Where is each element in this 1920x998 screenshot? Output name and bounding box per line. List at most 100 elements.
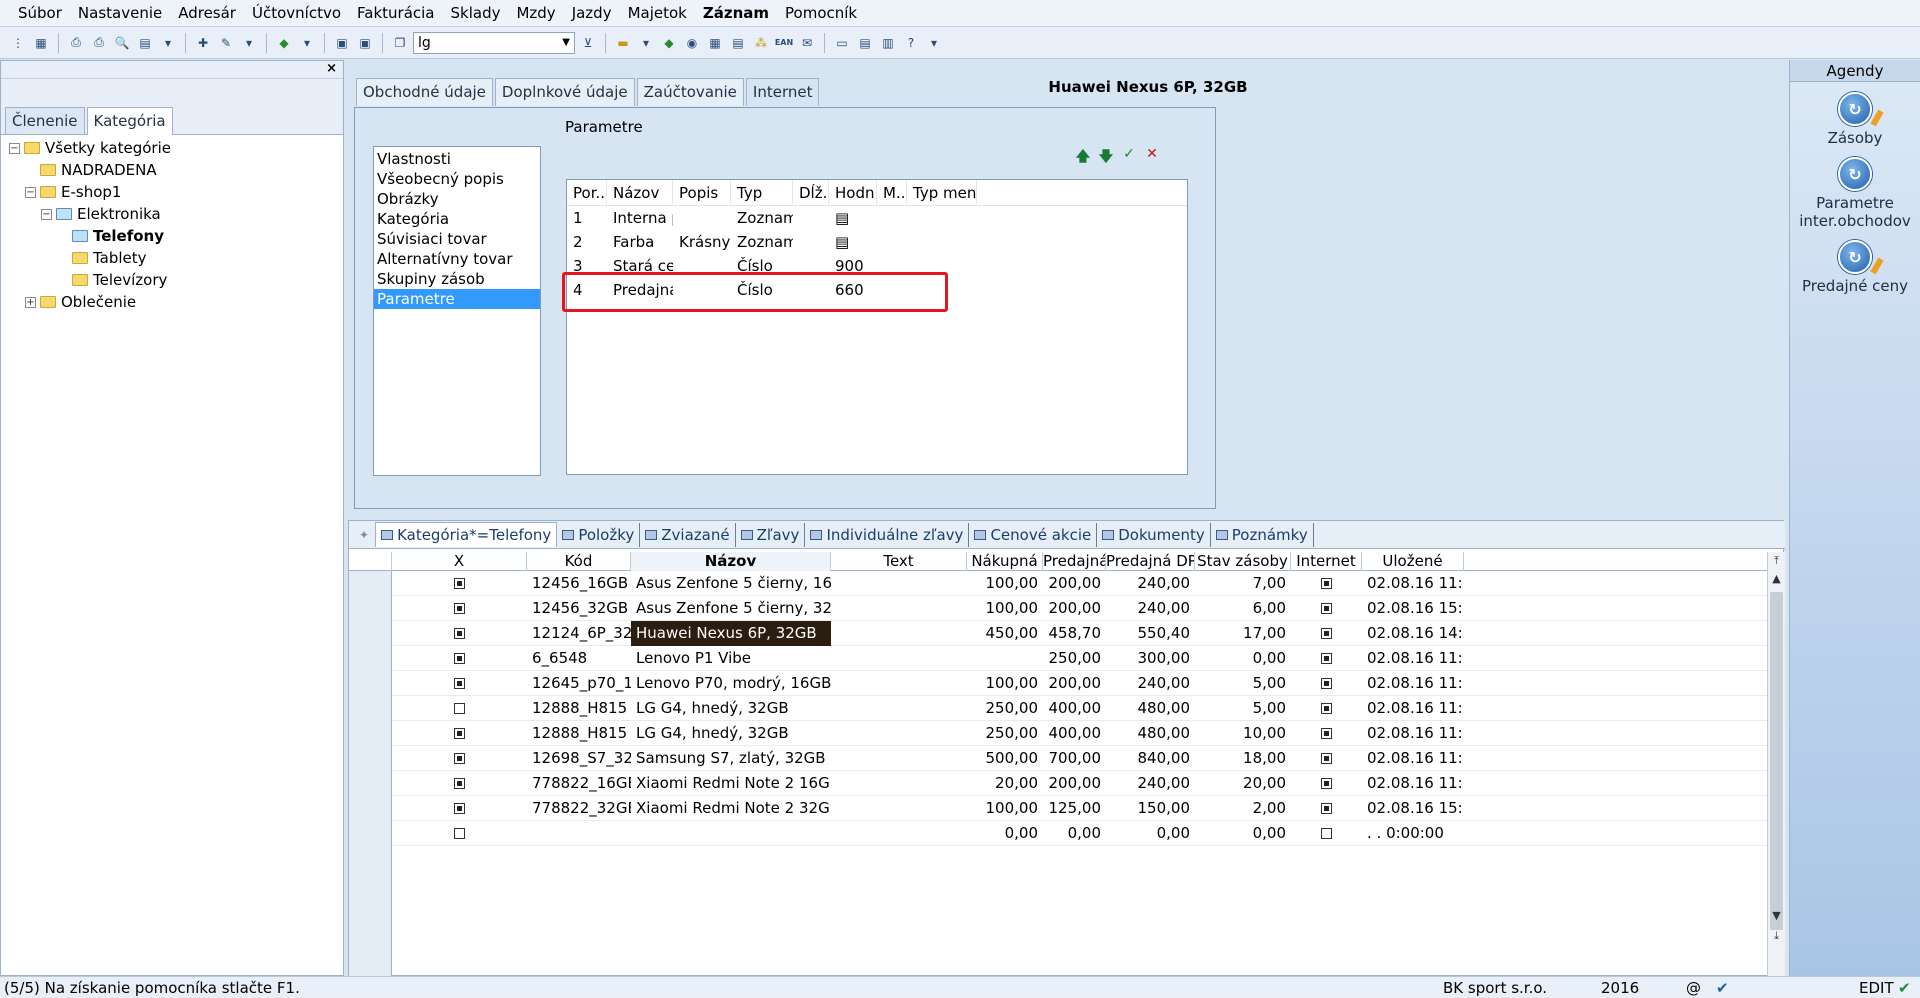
cell-nak[interactable]: 250,00 <box>967 696 1043 721</box>
cell-nazov[interactable]: Xiaomi Redmi Note 2 32GB <box>631 796 831 821</box>
table-row[interactable]: 312124_6P_32Huawei Nexus 6P, 32GB450,004… <box>349 621 1767 646</box>
table-row[interactable]: *0,000,000,000,00. . 0:00:00 <box>349 821 1767 846</box>
collapse-icon[interactable]: − <box>9 142 20 154</box>
cell-text[interactable] <box>831 721 967 746</box>
cell-ul[interactable]: 02.08.16 15:14:18 <box>1362 596 1464 621</box>
cell-nak[interactable]: 100,00 <box>967 596 1043 621</box>
checkbox[interactable] <box>1321 728 1332 739</box>
cell-nazov[interactable]: Samsung S7, zlatý, 32GB <box>631 746 831 771</box>
cell-dph[interactable]: 480,00 <box>1106 721 1195 746</box>
cell-kod[interactable]: 12456_32GB <box>527 596 631 621</box>
cell-kod[interactable]: 12645_p70_16 <box>527 671 631 696</box>
folder-icon[interactable]: ▬ <box>613 33 633 53</box>
cell-dph[interactable]: 240,00 <box>1106 571 1195 596</box>
cell-nak[interactable]: 250,00 <box>967 721 1043 746</box>
scroll-thumb[interactable] <box>1770 592 1783 930</box>
cell-nazov[interactable]: Huawei Nexus 6P, 32GB <box>631 621 831 646</box>
section-item[interactable]: Obrázky <box>374 189 540 209</box>
cell-kod[interactable]: 12124_6P_32 <box>527 621 631 646</box>
internet-checkbox-cell[interactable] <box>1291 671 1362 696</box>
agenda-item[interactable]: ↻ Predajné ceny <box>1790 240 1920 295</box>
back-icon[interactable]: ◆ <box>274 33 294 53</box>
help-dropdown-icon[interactable]: ▾ <box>924 33 944 53</box>
cell-kod[interactable]: 778822_16GB <box>527 771 631 796</box>
cell-kod[interactable]: 12888_H815 <box>527 721 631 746</box>
cell-dph[interactable]: 0,00 <box>1106 821 1195 846</box>
agenda-item[interactable]: ↻ Parametre inter.obchodov <box>1790 157 1920 230</box>
agenda-icon[interactable]: ↻ <box>1838 240 1884 275</box>
cell-pred[interactable]: 125,00 <box>1043 796 1106 821</box>
param-column-header[interactable]: Por... <box>567 179 607 206</box>
checkbox[interactable] <box>454 603 465 614</box>
param-column-header[interactable]: Hodn... <box>829 179 877 206</box>
cell-stav[interactable]: 6,00 <box>1195 596 1291 621</box>
table-row[interactable]: 10778822_32GBXiaomi Redmi Note 2 32GB100… <box>349 796 1767 821</box>
checkbox[interactable] <box>454 778 465 789</box>
cell-stav[interactable]: 10,00 <box>1195 721 1291 746</box>
cell-text[interactable] <box>831 621 967 646</box>
cell-text[interactable] <box>831 596 967 621</box>
cell-text[interactable] <box>831 571 967 596</box>
select-checkbox-cell[interactable] <box>392 671 527 696</box>
tree-item[interactable]: − E-shop1 <box>9 181 343 203</box>
scroll-bottom-icon[interactable]: ⤓ <box>1768 927 1785 945</box>
select-checkbox-cell[interactable] <box>392 746 527 771</box>
delete-icon[interactable]: ✕ <box>1144 146 1160 170</box>
checkbox[interactable] <box>454 828 465 839</box>
cell-stav[interactable]: 2,00 <box>1195 796 1291 821</box>
cell-nak[interactable]: 100,00 <box>967 671 1043 696</box>
cell-text[interactable] <box>831 646 967 671</box>
param-column-header[interactable]: Popis <box>673 179 731 206</box>
open-icon[interactable]: ▦ <box>31 33 51 53</box>
internet-checkbox-cell[interactable] <box>1291 796 1362 821</box>
calendar-icon[interactable]: ▦ <box>705 33 725 53</box>
column-header[interactable]: Predajná DPH <box>1106 552 1195 571</box>
print-icon[interactable]: ⎙ <box>89 33 109 53</box>
column-header[interactable]: Internet <box>1291 552 1362 571</box>
list-tab[interactable]: Položky <box>557 522 641 547</box>
list-tab[interactable]: Dokumenty <box>1097 522 1211 547</box>
cell-text[interactable] <box>831 796 967 821</box>
cell-pred[interactable]: 400,00 <box>1043 696 1106 721</box>
table-row[interactable]: 112456_16GBAsus Zenfone 5 čierny, 16GB10… <box>349 571 1767 596</box>
menu-item-2[interactable]: Adresár <box>170 1 244 26</box>
preview-icon[interactable]: 🔍 <box>112 33 132 53</box>
checkbox[interactable] <box>1321 678 1332 689</box>
cell-nak[interactable]: 20,00 <box>967 771 1043 796</box>
confirm-icon[interactable]: ✓ <box>1121 146 1137 170</box>
collapse-icon[interactable]: − <box>25 186 36 198</box>
checkbox[interactable] <box>1321 828 1332 839</box>
scroll-up-icon[interactable]: ▲ <box>1768 570 1785 588</box>
cell-text[interactable] <box>831 771 967 796</box>
checkbox[interactable] <box>454 728 465 739</box>
search-input[interactable]: lg <box>418 35 431 51</box>
section-item[interactable]: Skupiny zásob <box>374 269 540 289</box>
cell-kod[interactable]: 6_6548 <box>527 646 631 671</box>
list-tab[interactable]: Zviazané <box>640 522 736 547</box>
agenda-item[interactable]: ↻ Zásoby <box>1790 92 1920 147</box>
checkbox[interactable] <box>454 753 465 764</box>
cell-kod[interactable]: 778822_32GB <box>527 796 631 821</box>
cell-stav[interactable]: 5,00 <box>1195 696 1291 721</box>
cell-pred[interactable]: 458,70 <box>1043 621 1106 646</box>
cell-nazov[interactable]: Lenovo P1 Vibe <box>631 646 831 671</box>
internet-checkbox-cell[interactable] <box>1291 621 1362 646</box>
edit-dropdown-icon[interactable]: ▾ <box>239 33 259 53</box>
column-header[interactable]: Predajná <box>1043 552 1106 571</box>
param-column-header[interactable]: Typ <box>731 179 793 206</box>
cell-nak[interactable]: 500,00 <box>967 746 1043 771</box>
section-item[interactable]: Všeobecný popis <box>374 169 540 189</box>
menu-item-5[interactable]: Sklady <box>443 1 509 26</box>
checkbox[interactable] <box>454 653 465 664</box>
cell-nak[interactable]: 450,00 <box>967 621 1043 646</box>
checkbox[interactable] <box>1321 628 1332 639</box>
tree-item[interactable]: Televízory <box>9 269 343 291</box>
group-icon[interactable]: ⁂ <box>751 33 771 53</box>
window-icon[interactable]: ▭ <box>832 33 852 53</box>
checkbox[interactable] <box>1321 603 1332 614</box>
menu-item-8[interactable]: Majetok <box>620 1 695 26</box>
expand-icon[interactable]: + <box>25 296 36 308</box>
checkbox[interactable] <box>454 578 465 589</box>
param-column-header[interactable]: Dĺž... <box>793 179 829 206</box>
cell-dph[interactable]: 300,00 <box>1106 646 1195 671</box>
